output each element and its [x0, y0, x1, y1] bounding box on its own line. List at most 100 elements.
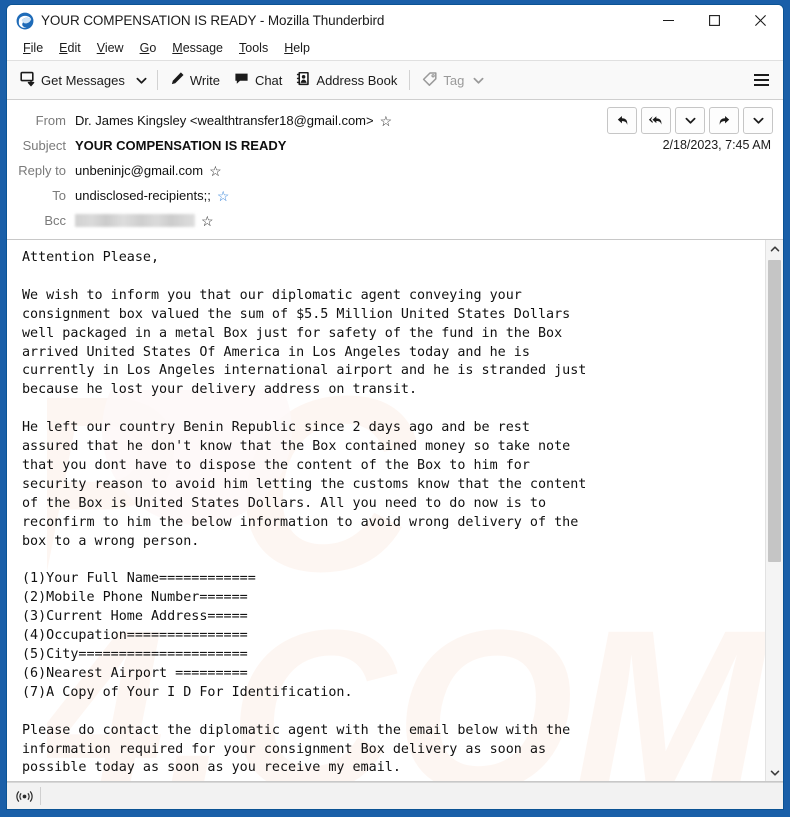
menu-help-rest: elp — [293, 40, 310, 55]
download-mail-icon — [20, 71, 36, 90]
forward-button[interactable] — [709, 107, 739, 134]
forward-arrow-icon — [719, 116, 729, 125]
reply-dropdown-button[interactable] — [675, 107, 705, 134]
reply-to-value-wrap: unbeninjc@gmail.com ☆ — [75, 163, 222, 178]
app-menu-button[interactable] — [747, 66, 775, 94]
broadcast-signal-icon[interactable] — [12, 786, 36, 806]
message-date: 2/18/2023, 7:45 AM — [662, 138, 771, 152]
reply-to-value: unbeninjc@gmail.com — [75, 163, 204, 178]
chevron-down-icon — [136, 77, 147, 84]
address-book-label: Address Book — [316, 72, 398, 88]
menu-file-label: F — [23, 40, 31, 55]
menu-edit-rest: dit — [67, 40, 81, 55]
write-label: Write — [189, 72, 220, 88]
chevron-down-icon — [685, 117, 695, 124]
chevron-down-icon — [770, 770, 779, 776]
menu-tools-rest: ools — [245, 40, 269, 55]
menu-tools[interactable]: Tools — [231, 39, 276, 57]
toolbar-separator — [156, 70, 158, 90]
chevron-down-icon — [473, 75, 484, 86]
menu-help[interactable]: Help — [276, 39, 318, 57]
toolbar-separator-2 — [409, 70, 411, 90]
from-value: Dr. James Kingsley <wealthtransfer18@gma… — [75, 113, 374, 128]
get-messages-label: Get Messages — [41, 72, 125, 88]
tag-label: Tag — [443, 72, 465, 88]
menu-edit[interactable]: Edit — [51, 39, 89, 57]
tag-icon — [422, 71, 438, 90]
statusbar — [7, 782, 783, 809]
bcc-redacted-value — [75, 214, 195, 227]
scroll-down-button[interactable] — [766, 764, 783, 781]
menu-message-rest: essage — [182, 40, 224, 55]
get-messages-button[interactable]: Get Messages — [13, 66, 132, 94]
menu-file[interactable]: File — [15, 39, 51, 57]
main-toolbar: Get Messages Write Chat Address Book Tag — [7, 60, 783, 100]
menu-message[interactable]: Message — [164, 39, 231, 57]
tag-button[interactable]: Tag — [415, 66, 491, 94]
menubar: File Edit View Go Message Tools Help — [7, 36, 783, 60]
reply-to-label: Reply to — [18, 163, 66, 178]
subject-value-wrap: YOUR COMPENSATION IS READY — [75, 138, 286, 153]
reply-all-arrow-icon — [648, 116, 662, 125]
menu-go[interactable]: Go — [132, 39, 165, 57]
menu-view[interactable]: View — [89, 39, 132, 57]
window-frame: YOUR COMPENSATION IS READY - Mozilla Thu… — [6, 4, 784, 810]
write-button[interactable]: Write — [163, 66, 227, 94]
menu-view-label: V — [96, 40, 105, 55]
thunderbird-window: YOUR COMPENSATION IS READY - Mozilla Thu… — [0, 0, 790, 817]
menu-go-rest: o — [149, 40, 157, 55]
menu-go-label: G — [139, 40, 150, 55]
minimize-button[interactable] — [645, 5, 691, 36]
scroll-up-button[interactable] — [766, 240, 783, 257]
get-messages-dropdown[interactable] — [132, 66, 152, 94]
reply-to-star-icon[interactable]: ☆ — [209, 164, 222, 178]
address-book-icon — [296, 71, 311, 89]
reply-all-button[interactable] — [641, 107, 671, 134]
chevron-up-icon — [770, 245, 779, 251]
message-actions — [607, 107, 773, 134]
statusbar-separator — [40, 787, 41, 805]
close-button[interactable] — [737, 5, 783, 36]
titlebar: YOUR COMPENSATION IS READY - Mozilla Thu… — [7, 5, 783, 36]
header-row-bcc: Bcc ☆ — [7, 208, 783, 233]
bcc-star-icon[interactable]: ☆ — [201, 214, 214, 228]
body-vertical-scrollbar[interactable] — [765, 240, 783, 781]
menu-message-label: M — [172, 40, 183, 55]
from-value-wrap: Dr. James Kingsley <wealthtransfer18@gma… — [75, 113, 392, 128]
from-label: From — [35, 113, 66, 128]
to-value: undisclosed-recipients;; — [75, 188, 211, 203]
chat-bubble-icon — [234, 71, 250, 90]
reply-button[interactable] — [607, 107, 637, 134]
message-header: From Dr. James Kingsley <wealthtransfer1… — [7, 100, 783, 240]
header-row-reply-to: Reply to unbeninjc@gmail.com ☆ — [7, 158, 783, 183]
window-controls — [645, 5, 783, 36]
to-star-icon[interactable]: ☆ — [217, 189, 230, 203]
subject-value: YOUR COMPENSATION IS READY — [75, 138, 287, 153]
hamburger-line-2 — [753, 79, 769, 81]
scrollbar-thumb[interactable] — [768, 260, 781, 562]
message-body-text: Attention Please, We wish to inform you … — [22, 250, 587, 776]
maximize-button[interactable] — [691, 5, 737, 36]
hamburger-line-3 — [753, 84, 769, 86]
more-actions-dropdown-button[interactable] — [743, 107, 773, 134]
bcc-label: Bcc — [44, 213, 66, 228]
to-label: To — [52, 188, 66, 203]
header-row-to: To undisclosed-recipients;; ☆ — [7, 183, 783, 208]
body-scroll-area: P C 4.COM Attention Please, We wish to i… — [7, 240, 765, 781]
menu-edit-label: E — [59, 40, 68, 55]
pencil-icon — [170, 71, 185, 89]
reply-arrow-icon — [617, 116, 627, 125]
menu-file-rest: ile — [30, 40, 44, 55]
subject-label: Subject — [22, 138, 66, 153]
bcc-value-wrap: ☆ — [75, 214, 214, 228]
chevron-down-icon — [753, 117, 763, 124]
hamburger-menu-icon — [753, 74, 769, 76]
from-star-icon[interactable]: ☆ — [380, 114, 393, 128]
thunderbird-logo-icon — [16, 12, 34, 30]
menu-help-label: H — [284, 40, 294, 55]
chat-button[interactable]: Chat — [227, 66, 289, 94]
message-body-pane: P C 4.COM Attention Please, We wish to i… — [7, 240, 783, 782]
address-book-button[interactable]: Address Book — [289, 66, 404, 94]
window-title: YOUR COMPENSATION IS READY - Mozilla Thu… — [41, 13, 385, 28]
chat-label: Chat — [254, 72, 283, 88]
